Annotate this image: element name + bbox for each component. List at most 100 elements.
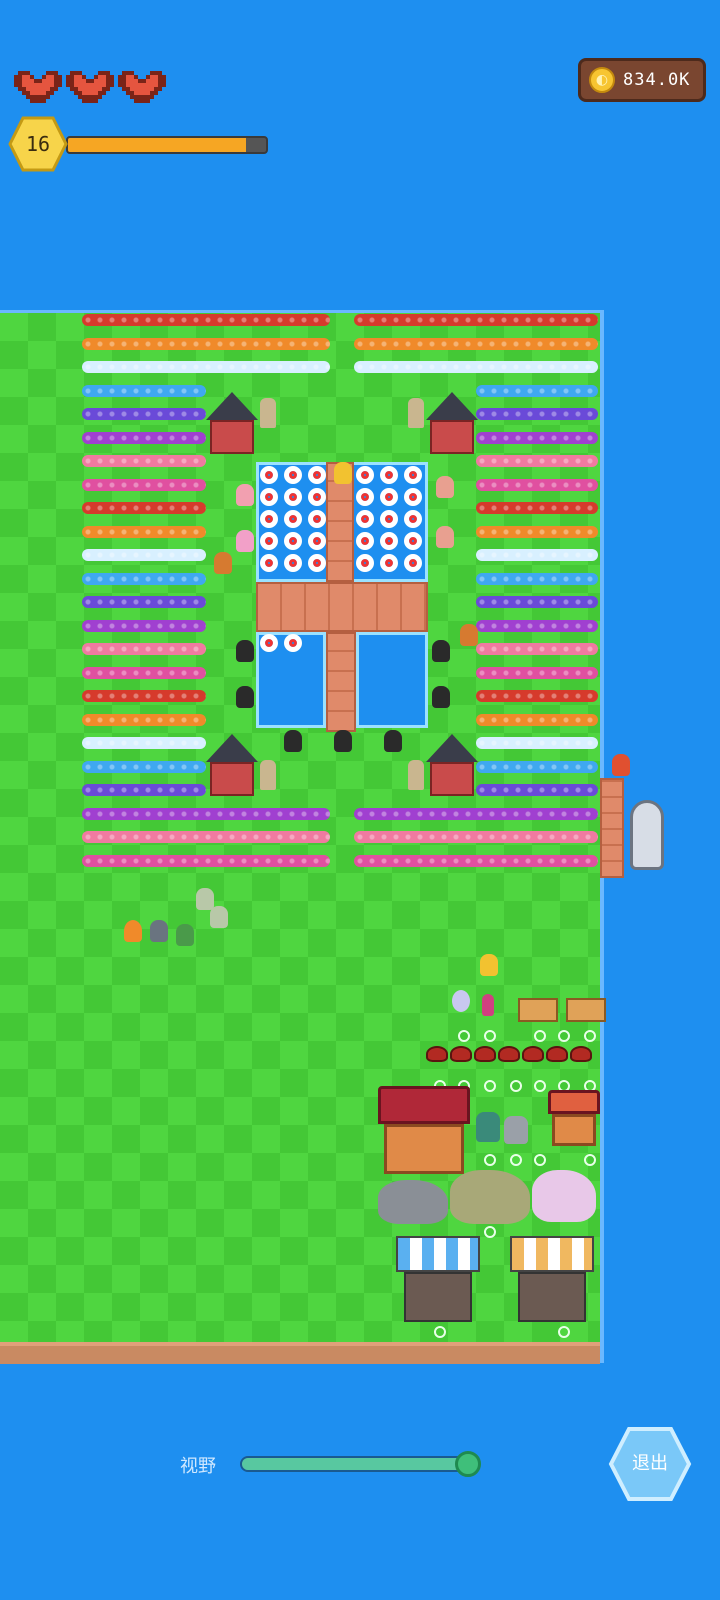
flower-row[interactable]: [476, 690, 598, 702]
ostrich-animal[interactable]: [284, 730, 302, 752]
lifebuoy-icon[interactable]: [308, 554, 326, 572]
flower-row[interactable]: [476, 478, 598, 491]
flower-row[interactable]: [476, 525, 598, 538]
crown-icon[interactable]: [480, 954, 498, 976]
flower-row[interactable]: [82, 784, 206, 796]
build-slot[interactable]: [434, 1326, 446, 1338]
machine-icon[interactable]: [476, 1112, 500, 1142]
pig-animal[interactable]: [436, 526, 454, 548]
lifebuoy-icon[interactable]: [356, 532, 374, 550]
flower-row[interactable]: [476, 384, 598, 397]
flower-row[interactable]: [476, 784, 598, 796]
flower-row[interactable]: [354, 854, 598, 867]
lifebuoy-icon[interactable]: [404, 510, 422, 528]
flower-row[interactable]: [82, 760, 206, 773]
barn-building[interactable]: [426, 392, 478, 454]
flower-row[interactable]: [82, 502, 206, 514]
robot-icon[interactable]: [504, 1116, 528, 1144]
flower-row[interactable]: [82, 361, 330, 373]
lifebuoy-icon[interactable]: [308, 510, 326, 528]
lifebuoy-icon[interactable]: [308, 466, 326, 484]
lifebuoy-icon[interactable]: [284, 554, 302, 572]
view-zoom-handle[interactable]: [455, 1451, 481, 1477]
treasure-chest-icon[interactable]: [334, 462, 352, 484]
lifebuoy-icon[interactable]: [260, 532, 278, 550]
stone-mine[interactable]: [378, 1180, 448, 1224]
flower-row[interactable]: [82, 596, 206, 608]
lifebuoy-icon[interactable]: [284, 488, 302, 506]
exit-button[interactable]: 退出: [608, 1426, 692, 1502]
lifebuoy-icon[interactable]: [284, 532, 302, 550]
grill-icon[interactable]: [450, 1046, 472, 1062]
build-slot[interactable]: [558, 1326, 570, 1338]
build-slot[interactable]: [534, 1080, 546, 1092]
grill-icon[interactable]: [474, 1046, 496, 1062]
flower-row[interactable]: [82, 619, 206, 632]
lifebuoy-icon[interactable]: [356, 510, 374, 528]
shop-house[interactable]: [548, 1090, 600, 1146]
lifebuoy-icon[interactable]: [404, 466, 422, 484]
lifebuoy-icon[interactable]: [260, 466, 278, 484]
flower-row[interactable]: [354, 337, 598, 350]
lifebuoy-icon[interactable]: [404, 488, 422, 506]
lifebuoy-icon[interactable]: [380, 466, 398, 484]
farmer-npc[interactable]: [460, 624, 478, 646]
lifebuoy-icon[interactable]: [260, 554, 278, 572]
crystal-icon[interactable]: [482, 994, 494, 1016]
flower-row[interactable]: [82, 854, 330, 867]
lifebuoy-icon[interactable]: [308, 488, 326, 506]
flower-row[interactable]: [82, 666, 206, 679]
lifebuoy-icon[interactable]: [404, 532, 422, 550]
lifebuoy-icon[interactable]: [284, 634, 302, 652]
flower-row[interactable]: [82, 431, 206, 444]
build-slot[interactable]: [558, 1030, 570, 1042]
flower-row[interactable]: [476, 572, 598, 585]
build-slot[interactable]: [584, 1030, 596, 1042]
barn-building[interactable]: [426, 734, 478, 796]
build-slot[interactable]: [458, 1030, 470, 1042]
flower-row[interactable]: [82, 455, 206, 467]
lifebuoy-icon[interactable]: [380, 532, 398, 550]
build-slot[interactable]: [534, 1154, 546, 1166]
build-slot[interactable]: [584, 1154, 596, 1166]
flower-row[interactable]: [476, 713, 598, 726]
grill-icon[interactable]: [570, 1046, 592, 1062]
lifebuoy-icon[interactable]: [356, 554, 374, 572]
goblin-npc[interactable]: [210, 906, 228, 928]
main-house[interactable]: [378, 1086, 470, 1176]
build-slot[interactable]: [510, 1080, 522, 1092]
lifebuoy-icon[interactable]: [284, 466, 302, 484]
barn-building[interactable]: [206, 392, 258, 454]
flower-row[interactable]: [476, 737, 598, 749]
grill-icon[interactable]: [426, 1046, 448, 1062]
gift-icon[interactable]: [612, 754, 630, 776]
flower-row[interactable]: [82, 690, 206, 702]
flower-row[interactable]: [82, 314, 330, 326]
pig-animal[interactable]: [236, 530, 254, 552]
flower-row[interactable]: [354, 314, 598, 326]
build-slot[interactable]: [484, 1154, 496, 1166]
lifebuoy-icon[interactable]: [260, 510, 278, 528]
build-slot[interactable]: [484, 1030, 496, 1042]
pig-animal[interactable]: [436, 476, 454, 498]
coin-counter[interactable]: ◐ 834.0K: [578, 58, 706, 102]
flower-row[interactable]: [476, 666, 598, 679]
lifebuoy-icon[interactable]: [284, 510, 302, 528]
flower-row[interactable]: [476, 596, 598, 608]
lifebuoy-icon[interactable]: [260, 634, 278, 652]
ostrich-animal[interactable]: [432, 640, 450, 662]
flower-row[interactable]: [476, 643, 598, 655]
crate[interactable]: [566, 998, 606, 1022]
grill-icon[interactable]: [498, 1046, 520, 1062]
flower-row[interactable]: [476, 455, 598, 467]
flower-row[interactable]: [354, 361, 598, 373]
build-slot[interactable]: [484, 1226, 496, 1238]
flower-row[interactable]: [82, 572, 206, 585]
flower-row[interactable]: [476, 408, 598, 420]
flower-row[interactable]: [476, 502, 598, 514]
barn-building[interactable]: [206, 734, 258, 796]
flower-row[interactable]: [82, 408, 206, 420]
flower-row[interactable]: [476, 431, 598, 444]
ostrich-animal[interactable]: [236, 640, 254, 662]
crate[interactable]: [518, 998, 558, 1022]
